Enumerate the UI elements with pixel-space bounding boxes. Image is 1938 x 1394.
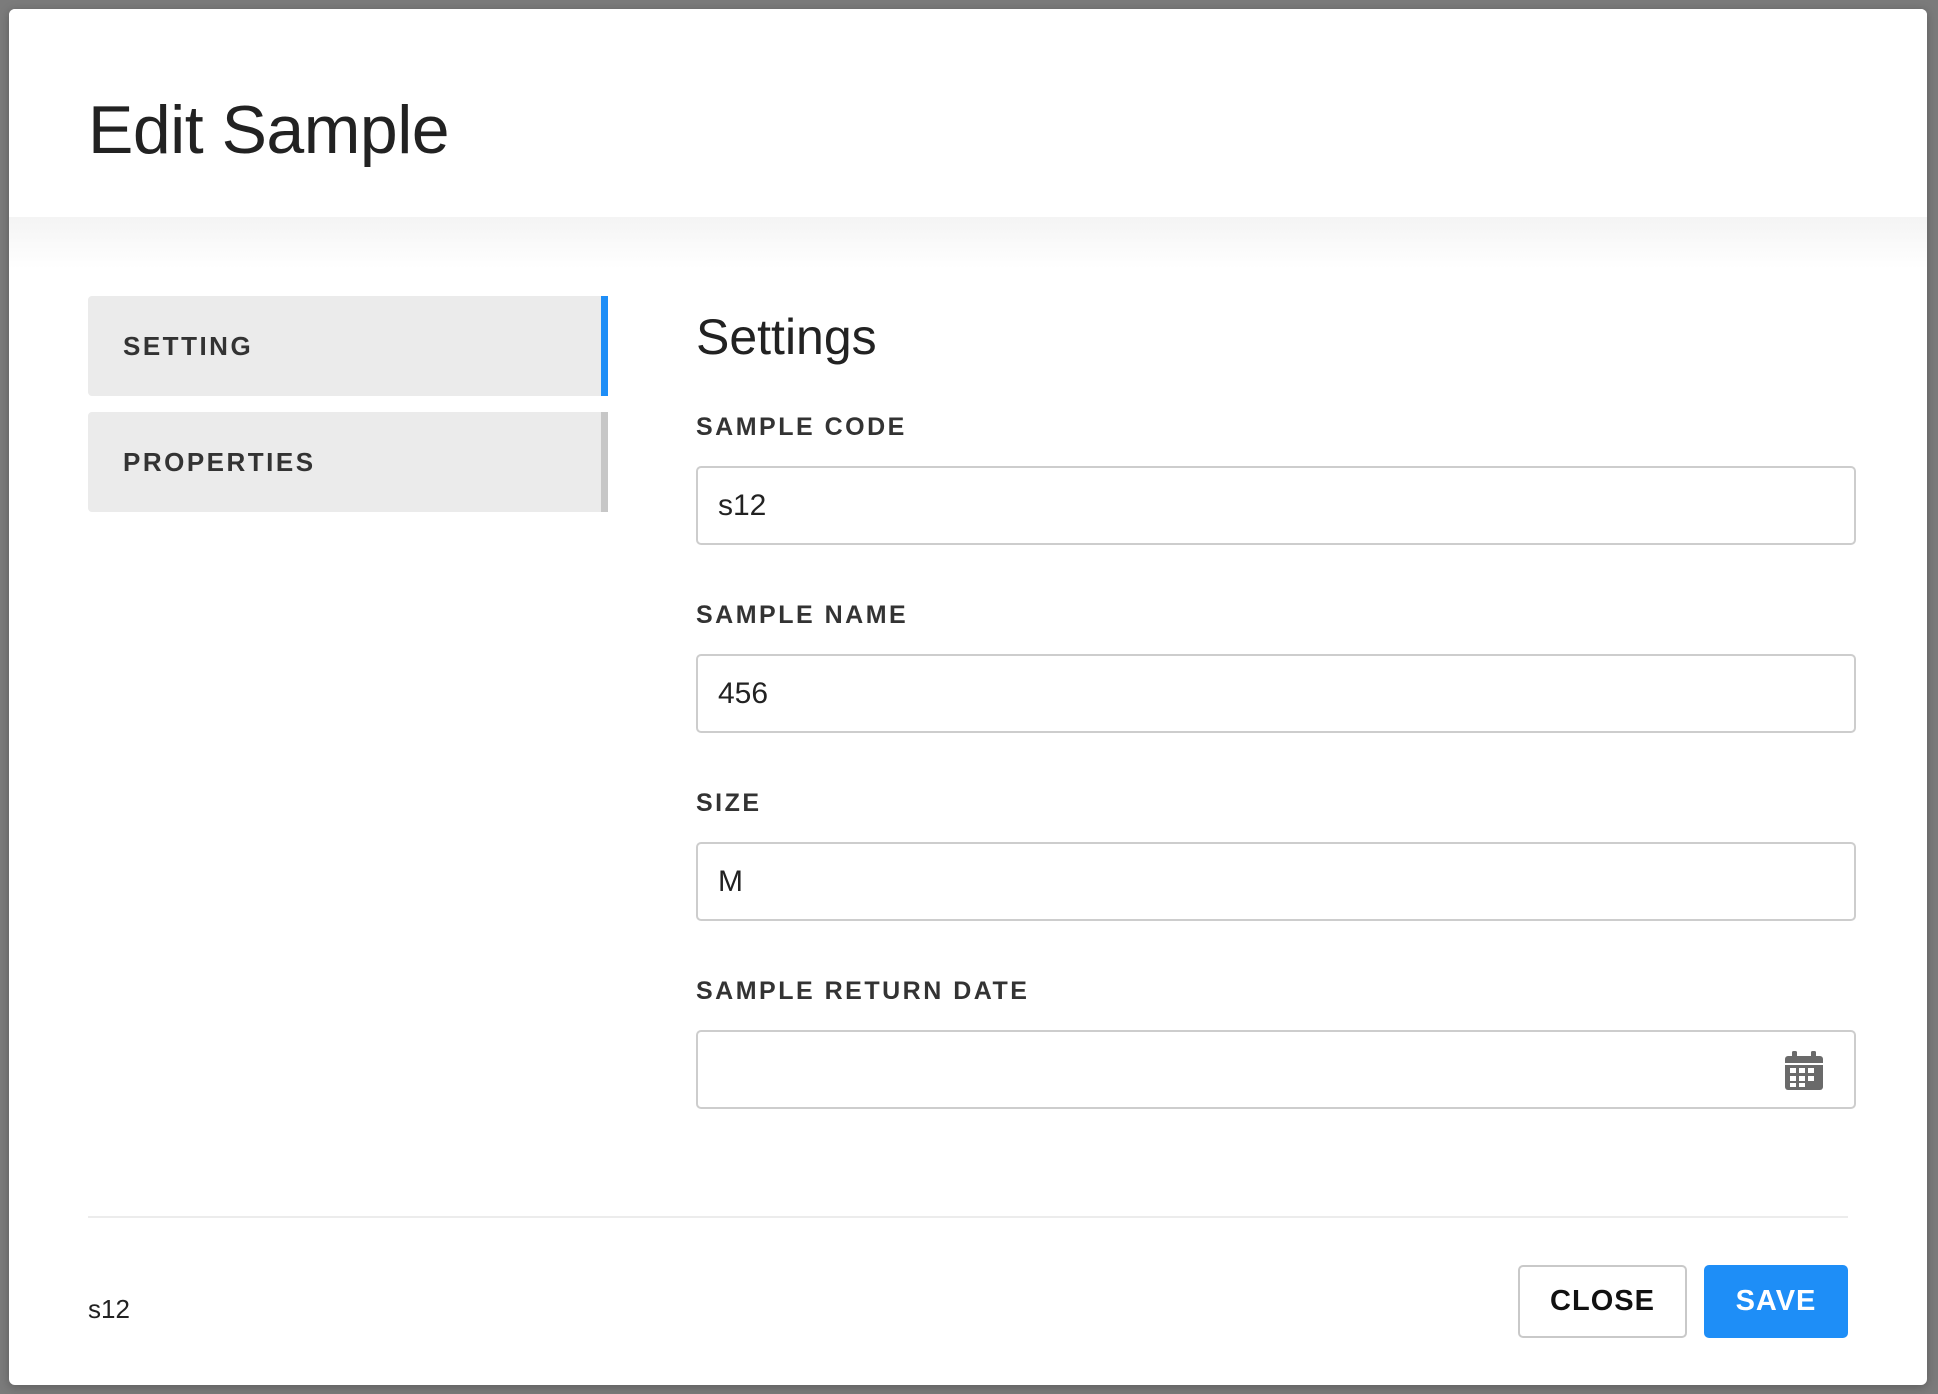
calendar-icon[interactable] bbox=[1782, 1049, 1826, 1093]
close-button[interactable]: CLOSE bbox=[1518, 1265, 1687, 1338]
footer-sample-code: s12 bbox=[88, 1294, 130, 1324]
sample-return-date-input[interactable] bbox=[696, 1030, 1856, 1109]
section-title: Settings bbox=[696, 309, 877, 365]
size-input[interactable]: M bbox=[696, 842, 1856, 921]
footer-divider bbox=[88, 1216, 1848, 1218]
field-label: SAMPLE CODE bbox=[696, 413, 907, 441]
save-button[interactable]: SAVE bbox=[1704, 1265, 1848, 1338]
sample-return-date-field: SAMPLE RETURN DATE bbox=[696, 977, 1856, 1109]
field-label: SIZE bbox=[696, 789, 762, 817]
sample-code-field: SAMPLE CODE s12 bbox=[696, 413, 1856, 545]
dialog-title: Edit Sample bbox=[88, 92, 450, 168]
nav-item-label: SETTING bbox=[123, 330, 254, 361]
input-value: s12 bbox=[718, 488, 767, 522]
settings-panel: Settings SAMPLE CODE s12 SAMPLE NAME 456… bbox=[696, 296, 1856, 1109]
dialog-header: Edit Sample bbox=[9, 9, 1927, 269]
input-value: M bbox=[718, 864, 743, 898]
edit-sample-dialog: Edit Sample SETTING PROPERTIES Settings … bbox=[9, 9, 1927, 1385]
nav-item-label: PROPERTIES bbox=[123, 446, 316, 477]
field-label: SAMPLE RETURN DATE bbox=[696, 977, 1030, 1005]
nav-item-setting[interactable]: SETTING bbox=[88, 296, 608, 396]
sample-name-field: SAMPLE NAME 456 bbox=[696, 601, 1856, 733]
input-value: 456 bbox=[718, 676, 769, 710]
field-label: SAMPLE NAME bbox=[696, 601, 909, 629]
sample-name-input[interactable]: 456 bbox=[696, 654, 1856, 733]
dialog-side-nav: SETTING PROPERTIES bbox=[88, 296, 608, 528]
sample-code-input[interactable]: s12 bbox=[696, 466, 1856, 545]
nav-item-properties[interactable]: PROPERTIES bbox=[88, 412, 608, 512]
size-field: SIZE M bbox=[696, 789, 1856, 921]
